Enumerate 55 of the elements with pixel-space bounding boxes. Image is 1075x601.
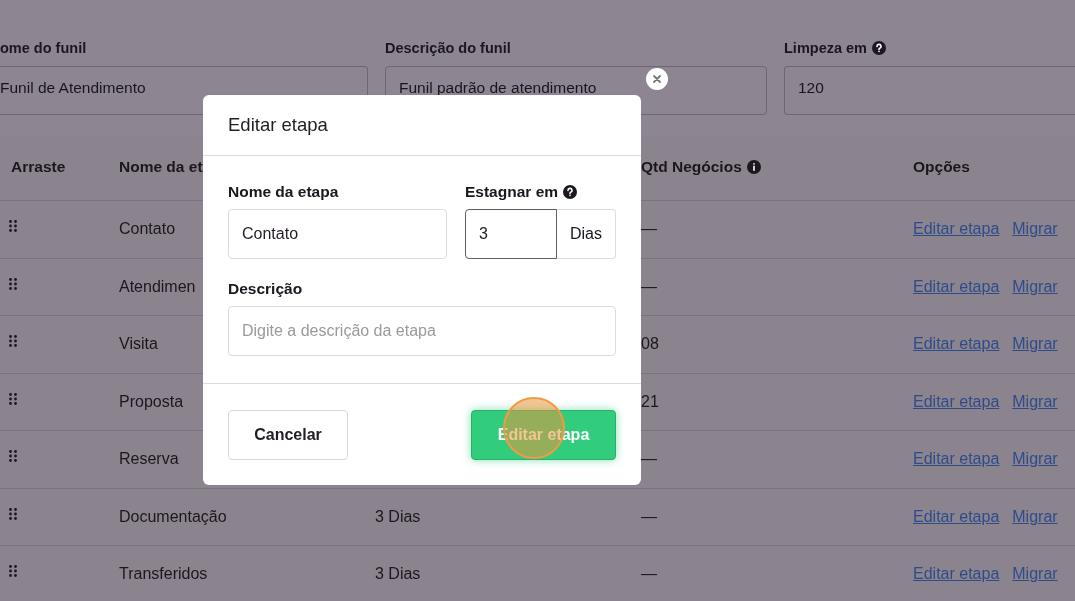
table-cell: Proposta [119, 392, 184, 411]
table-cell: Documentação [119, 507, 227, 526]
action-link[interactable]: Migrar [1012, 392, 1058, 411]
action-link[interactable]: Migrar [1012, 220, 1058, 239]
drag-handle-icon[interactable] [9, 220, 17, 233]
table-cell: — [641, 507, 657, 526]
text-field[interactable]: Contato [228, 209, 447, 259]
table-cell: Reserva [119, 450, 179, 469]
drag-handle-icon[interactable] [9, 565, 17, 578]
text-field[interactable]: 120 [784, 66, 1075, 115]
table-cell: Atendimen [119, 277, 196, 296]
action-link[interactable]: Migrar [1012, 335, 1058, 354]
field-label: Nome da etapa [228, 183, 339, 201]
action-link[interactable]: Editar etapa [913, 335, 1000, 354]
modal-title: Editar etapa [228, 114, 328, 136]
table-cell: Transferidos [119, 565, 208, 584]
field-label: Limpeza em [784, 40, 867, 56]
cancel-button[interactable]: Cancelar [228, 409, 348, 460]
drag-handle-icon[interactable] [9, 450, 17, 463]
action-link[interactable]: Migrar [1012, 507, 1058, 526]
drag-handle-icon[interactable] [9, 392, 17, 405]
table-cell: 21 [641, 392, 659, 411]
action-link[interactable]: Migrar [1012, 565, 1058, 584]
action-link[interactable]: Editar etapa [913, 450, 1000, 469]
column-header: Qtd Negócios [641, 157, 742, 176]
table-cell: — [641, 450, 657, 469]
table-cell: — [641, 565, 657, 584]
field-label: Descrição [228, 280, 303, 298]
close-icon [652, 74, 662, 84]
action-link[interactable]: Editar etapa [913, 507, 1000, 526]
table-cell: — [641, 220, 657, 239]
drag-handle-icon[interactable] [9, 277, 17, 290]
table-cell: Visita [119, 335, 158, 354]
action-link[interactable]: Editar etapa [913, 277, 1000, 296]
number-field[interactable]: 3 [465, 209, 557, 259]
description-field[interactable]: Digite a descrição da etapa [228, 306, 616, 356]
table-cell: Contato [119, 220, 176, 239]
field-label: ome do funil [0, 40, 87, 56]
field-label: Estagnar em [465, 183, 559, 201]
action-link[interactable]: Editar etapa [913, 392, 1000, 411]
field-label: Descrição do funil [385, 40, 511, 56]
table-cell: 3 Dias [375, 507, 421, 526]
drag-handle-icon[interactable] [9, 335, 17, 348]
action-link[interactable]: Migrar [1012, 277, 1058, 296]
table-cell: — [641, 277, 657, 296]
action-link[interactable]: Editar etapa [913, 220, 1000, 239]
column-header: Opções [913, 157, 970, 176]
action-link[interactable]: Editar etapa [913, 565, 1000, 584]
drag-handle-icon[interactable] [9, 507, 17, 520]
table-cell: 08 [641, 335, 659, 354]
column-header: Arraste [11, 157, 66, 176]
action-link[interactable]: Migrar [1012, 450, 1058, 469]
unit-label: Dias [557, 209, 616, 259]
table-cell: 3 Dias [375, 565, 421, 584]
column-header: Nome da et [119, 157, 203, 176]
